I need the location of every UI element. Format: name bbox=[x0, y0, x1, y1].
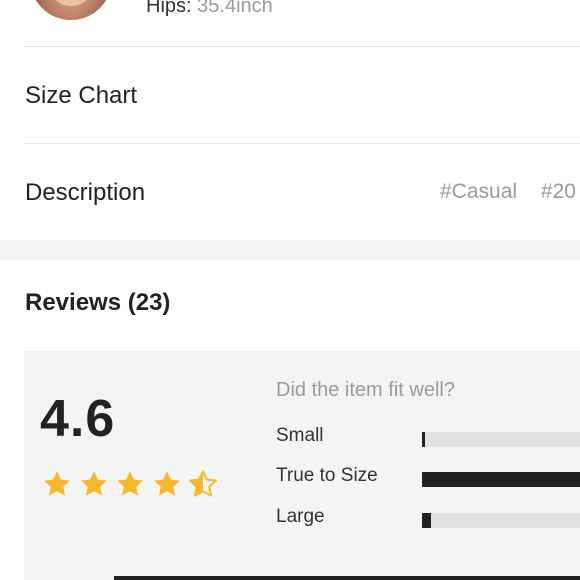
fit-bar-fill-true-to-size bbox=[422, 472, 580, 487]
reviews-summary-panel: 4.6 Did the item fit well? Small True to… bbox=[24, 351, 580, 580]
star-filled-icon bbox=[117, 471, 143, 496]
fit-bar-fill-large bbox=[422, 513, 432, 528]
hips-value: 35.4inch bbox=[197, 0, 273, 17]
model-avatar bbox=[30, 0, 112, 20]
star-filled-icon bbox=[80, 471, 107, 496]
rating-stars bbox=[42, 469, 225, 501]
fit-row-large: Large bbox=[276, 506, 580, 530]
description-tags: #Casual #20 bbox=[440, 180, 580, 204]
size-chart-row[interactable]: Size Chart bbox=[25, 82, 137, 110]
fit-bar-true-to-size bbox=[422, 472, 580, 487]
tag-casual[interactable]: #Casual bbox=[440, 180, 517, 203]
fit-label-true-to-size: True to Size bbox=[276, 465, 378, 486]
hips-label: Hips: bbox=[146, 0, 192, 17]
fit-label-small: Small bbox=[276, 425, 324, 446]
divider bbox=[24, 46, 580, 47]
average-rating: 4.6 bbox=[40, 390, 116, 448]
fit-row-true-to-size: True to Size bbox=[276, 465, 580, 489]
tag-20[interactable]: #20 bbox=[541, 180, 576, 203]
star-filled-icon bbox=[44, 471, 70, 496]
fit-bar-fill-small bbox=[422, 432, 426, 447]
section-separator bbox=[0, 240, 580, 260]
model-hips: Hips: 35.4inch bbox=[146, 0, 273, 18]
model-measurements-row: Hips: 35.4inch bbox=[0, 0, 580, 46]
fit-bar-large bbox=[422, 513, 580, 528]
fit-row-small: Small bbox=[276, 425, 580, 449]
fit-question: Did the item fit well? bbox=[276, 379, 455, 401]
description-row[interactable]: Description bbox=[25, 179, 145, 207]
product-detail-page: Hips: 35.4inch Size Chart Description #C… bbox=[0, 0, 580, 580]
divider bbox=[24, 143, 580, 144]
bottom-bar-edge bbox=[114, 576, 580, 580]
reviews-title[interactable]: Reviews (23) bbox=[25, 289, 170, 317]
star-filled-icon bbox=[153, 471, 180, 496]
star-half-icon bbox=[189, 470, 217, 497]
fit-label-large: Large bbox=[276, 506, 325, 527]
fit-bar-small bbox=[422, 432, 580, 447]
